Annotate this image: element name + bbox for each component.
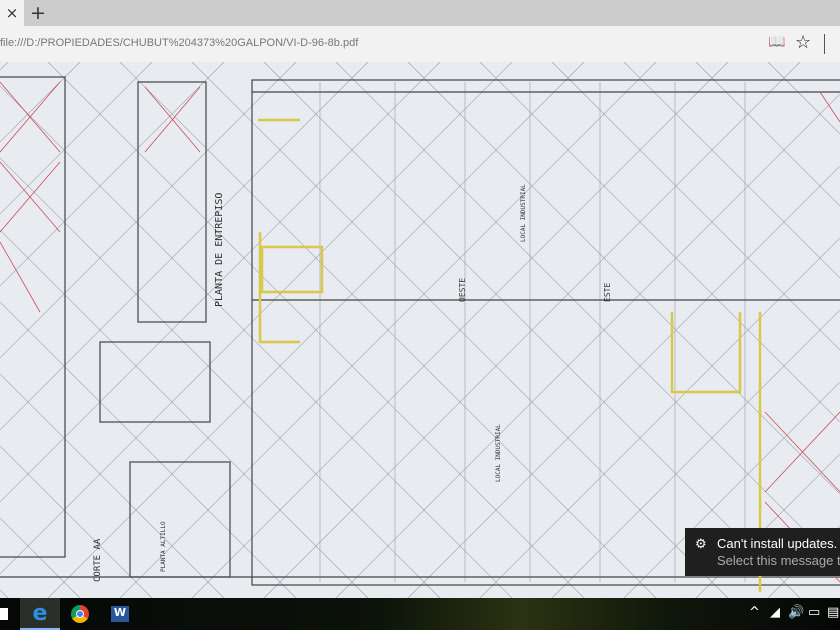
red-hatching — [0, 81, 840, 583]
edge-taskbar-button[interactable]: e — [20, 598, 60, 630]
keyboard-icon[interactable]: ▤ — [827, 605, 839, 620]
show-hidden-icons[interactable]: ^ — [749, 605, 760, 620]
grid-line — [0, 373, 225, 598]
url-field[interactable]: file:///D:/PROPIEDADES/CHUBUT%204373%20G… — [0, 37, 358, 49]
este-label: ESTE — [603, 283, 612, 302]
grid-line — [623, 381, 840, 598]
grid-line — [695, 453, 840, 598]
grid-line — [0, 62, 9, 71]
wifi-icon[interactable]: ◢ — [770, 605, 780, 620]
windows-icon — [0, 608, 8, 620]
plan-label: PLANTA DE ENTREPISO — [214, 193, 225, 307]
local-label-2: LOCAL INDUSTRIAL — [495, 424, 502, 482]
battery-icon[interactable]: ▭ — [808, 605, 820, 620]
grid-line — [767, 62, 840, 135]
grid-line — [0, 62, 225, 287]
word-icon: W — [111, 606, 129, 622]
grid-line — [551, 62, 840, 351]
notification-body: Select this message to — [717, 553, 840, 568]
new-tab-button[interactable]: + — [29, 0, 47, 26]
oeste-label: OESTE — [458, 278, 467, 302]
section-label: CORTE AA — [93, 538, 103, 582]
update-notification[interactable]: ⚙ Can't install updates. Select this mes… — [685, 528, 840, 576]
address-bar: file:///D:/PROPIEDADES/CHUBUT%204373%20G… — [0, 26, 840, 62]
grid-line — [0, 589, 9, 598]
grid-line — [0, 62, 81, 143]
highlights — [258, 118, 762, 592]
pdf-viewer[interactable]: PLANTA DE ENTREPISO CORTE AA LOCAL INDUS… — [0, 62, 840, 598]
chrome-taskbar-button[interactable] — [60, 598, 100, 630]
grid-line — [0, 445, 153, 598]
local-label-1: LOCAL INDUSTRIAL — [520, 184, 527, 242]
grid-line — [479, 237, 840, 598]
chrome-icon — [71, 605, 89, 623]
blueprint-drawing: PLANTA DE ENTREPISO CORTE AA LOCAL INDUS… — [0, 62, 840, 598]
edge-icon: e — [32, 600, 48, 626]
grid-line — [407, 62, 840, 495]
grid-line — [623, 62, 840, 279]
grid-line — [0, 517, 81, 598]
notification-title: Can't install updates. — [717, 536, 838, 551]
grid-line — [0, 62, 441, 503]
walls — [0, 76, 840, 586]
grid-line — [695, 62, 840, 207]
grid-line — [479, 62, 840, 423]
start-button[interactable] — [0, 598, 22, 630]
grid-line — [0, 62, 513, 575]
altillo-label: PLANTA ALTILLO — [160, 521, 167, 572]
grid-line — [335, 62, 840, 567]
reading-view-icon[interactable]: 📖 — [768, 34, 785, 50]
tab-bar: × + — [0, 0, 840, 26]
taskbar: e W ^ ◢ 🔊 ▭ ▤ — [0, 598, 840, 630]
grid-line — [0, 229, 369, 598]
word-taskbar-button[interactable]: W — [100, 598, 140, 630]
gear-icon: ⚙ — [695, 536, 707, 551]
grid-line — [0, 157, 441, 598]
toolbar-divider — [824, 34, 825, 54]
tab-close-button[interactable]: × — [0, 0, 24, 26]
favorite-star-icon[interactable]: ☆ — [795, 32, 811, 53]
grid-line — [407, 165, 840, 598]
grid-line — [767, 525, 840, 598]
grid-line — [0, 85, 513, 598]
grid-line — [0, 62, 153, 215]
grid-line — [551, 309, 840, 598]
grid-line — [0, 62, 369, 431]
volume-icon[interactable]: 🔊 — [788, 605, 804, 620]
grid-line — [335, 93, 840, 598]
